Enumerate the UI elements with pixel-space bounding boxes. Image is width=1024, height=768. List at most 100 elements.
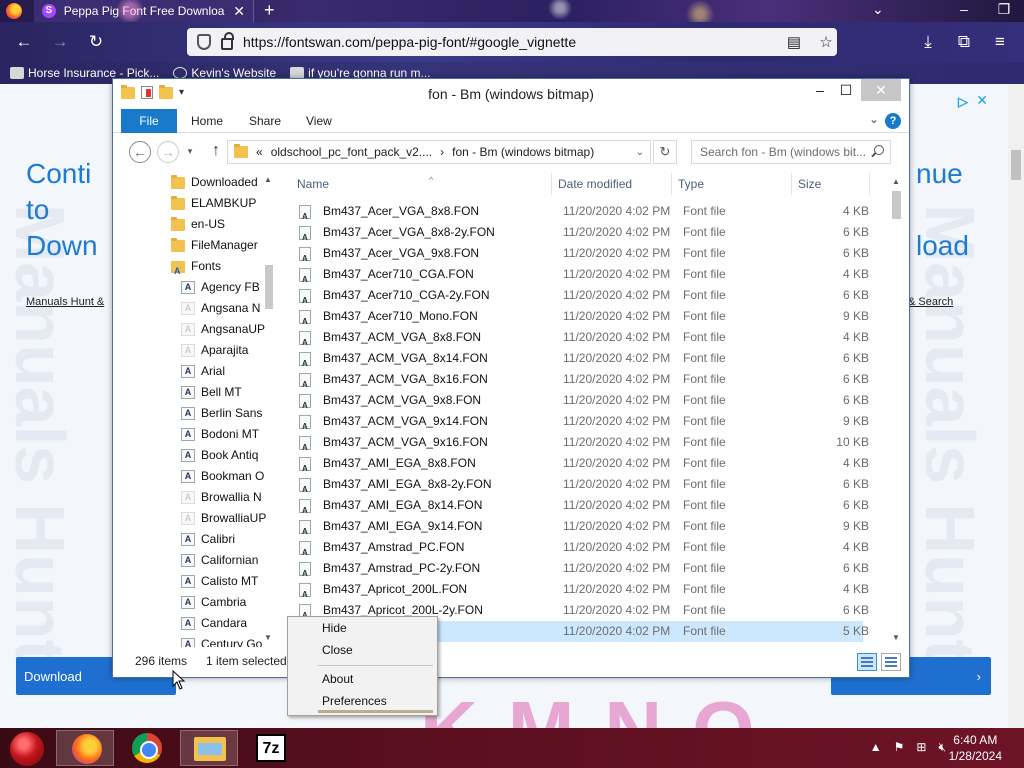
nav-item[interactable]: A Browallia N xyxy=(181,487,262,508)
nav-item[interactable]: ELAMBKUP xyxy=(171,193,256,214)
menu-item-close[interactable]: Close xyxy=(322,643,353,657)
up-arrow-icon[interactable]: ↑ xyxy=(205,141,227,163)
downloads-icon[interactable]: ⤓ xyxy=(916,30,940,54)
nav-item[interactable]: A Calisto MT xyxy=(181,571,258,592)
volume-muted-icon[interactable]: 🔇︎ xyxy=(938,740,946,755)
address-overflow-chevron[interactable]: « xyxy=(256,145,263,159)
ad-choices-icon[interactable]: ▷ xyxy=(958,94,968,110)
expand-ribbon-chevron-icon[interactable]: ⌄ xyxy=(869,112,879,126)
network-icon[interactable]: ⊞ xyxy=(916,740,926,755)
tab-view[interactable]: View xyxy=(306,109,332,133)
nav-item[interactable]: en-US xyxy=(171,214,225,235)
new-tab-icon[interactable]: + xyxy=(264,0,275,20)
column-divider[interactable] xyxy=(551,173,552,195)
column-header-date[interactable]: Date modified xyxy=(558,171,632,197)
nav-item[interactable]: A Agency FB xyxy=(181,277,260,298)
extensions-icon[interactable]: ⧉ xyxy=(952,30,976,54)
nav-item[interactable]: A Berlin Sans xyxy=(181,403,262,424)
nav-item[interactable]: FileManager xyxy=(171,235,258,256)
nav-item[interactable]: A Aparajita xyxy=(181,340,248,361)
nav-item[interactable]: A Bodoni MT xyxy=(181,424,259,445)
action-center-flag-icon[interactable]: ⚑ xyxy=(894,740,905,755)
file-row[interactable]: Bm437_ACM_VGA_8x14.FON 11/20/2020 4:02 PM… xyxy=(293,348,869,374)
page-scrollbar[interactable] xyxy=(1008,84,1024,728)
file-row[interactable]: Bm437_AMI_EGA_8x8-2y.FON 11/20/2020 4:02 … xyxy=(293,474,869,500)
lock-icon[interactable] xyxy=(221,32,234,50)
file-row[interactable]: Bm437_ACM_VGA_9x8.FON 11/20/2020 4:02 PM F… xyxy=(293,390,869,416)
nav-item[interactable]: A Book Antiq xyxy=(181,445,258,466)
file-row[interactable]: Bm437_ACM_VGA_8x8.FON 11/20/2020 4:02 PM F… xyxy=(293,327,869,353)
taskbar-7zip[interactable]: 7z xyxy=(242,730,300,766)
file-row[interactable]: Bm437_Acer710_Mono.FON 11/20/2020 4:02 PM… xyxy=(293,306,869,332)
file-row[interactable]: Bm437_Acer710_CGA-2y.FON 11/20/2020 4:02 … xyxy=(293,285,869,311)
explorer-title-bar[interactable]: ▾ fon - Bm (windows bitmap) – ☐ ✕ xyxy=(113,79,909,109)
nav-item[interactable]: A Calibri xyxy=(181,529,235,550)
back-arrow-icon[interactable]: ← xyxy=(12,30,36,54)
nav-item[interactable]: Downloaded xyxy=(171,172,258,193)
file-list-scrollbar[interactable]: ▲ ▼ xyxy=(888,171,905,647)
reader-view-icon[interactable]: ▤ xyxy=(783,33,805,51)
show-hidden-icons-icon[interactable]: ▲ xyxy=(870,740,882,755)
large-icons-view-button[interactable] xyxy=(881,653,901,671)
explorer-close-icon[interactable]: ✕ xyxy=(861,79,901,101)
clock[interactable]: 6:40 AM 1/28/2024 xyxy=(949,732,1002,764)
bookmark-star-icon[interactable]: ☆ xyxy=(815,33,837,51)
hamburger-menu-icon[interactable]: ≡ xyxy=(988,30,1012,54)
menu-item-preferences[interactable]: Preferences xyxy=(322,694,387,708)
file-row[interactable]: Bm437_AMI_EGA_8x8.FON 11/20/2020 4:02 PM F… xyxy=(293,453,869,479)
forward-arrow-icon[interactable]: → xyxy=(48,30,72,54)
recent-locations-chevron-icon[interactable]: ▾ xyxy=(183,141,197,163)
reload-icon[interactable]: ↻ xyxy=(84,30,108,54)
taskbar-firefox[interactable] xyxy=(56,730,114,766)
nav-item[interactable]: A Bell MT xyxy=(181,382,242,403)
file-row[interactable]: Bm437_Amstrad_PC.FON 11/20/2020 4:02 PM Fo… xyxy=(293,537,869,563)
nav-item[interactable]: A Angsana N xyxy=(181,298,260,319)
refresh-icon[interactable]: ↻ xyxy=(653,140,677,164)
manuals-hunt-link[interactable]: Manuals Hunt & xyxy=(26,296,104,308)
column-header-size[interactable]: Size xyxy=(798,171,821,197)
address-dropdown-chevron-icon[interactable]: ⌄ xyxy=(636,147,644,158)
menu-item-about[interactable]: About xyxy=(322,672,353,686)
scroll-down-arrow-icon[interactable]: ▼ xyxy=(892,633,900,642)
menu-item-hide[interactable]: Hide xyxy=(322,621,347,635)
column-header-name[interactable]: Name ^ xyxy=(297,171,433,197)
explorer-minimize-icon[interactable]: – xyxy=(809,79,831,101)
taskbar-chrome[interactable] xyxy=(118,730,176,766)
nav-pane-scrollbar[interactable]: ▲ ▼ xyxy=(261,171,277,647)
file-row[interactable]: Bm437_ACM_VGA_9x14.FON 11/20/2020 4:02 PM… xyxy=(293,411,869,437)
tab-home[interactable]: Home xyxy=(191,109,223,133)
nav-item[interactable]: A Century Go xyxy=(181,634,262,647)
column-header-type[interactable]: Type xyxy=(678,171,704,197)
file-row[interactable]: Bm437_ACM_VGA_8x16.FON 11/20/2020 4:02 PM… xyxy=(293,369,869,395)
file-row[interactable]: Bm437_Acer_VGA_8x8-2y.FON 11/20/2020 4:02… xyxy=(293,222,869,248)
nav-item[interactable]: A Cambria xyxy=(181,592,246,613)
firefox-menu-icon[interactable] xyxy=(6,3,22,19)
column-divider[interactable] xyxy=(671,173,672,195)
ad-close-icon[interactable]: ✕ xyxy=(976,92,988,109)
url-text[interactable]: https://fontswan.com/peppa-pig-font/#goo… xyxy=(243,34,773,50)
file-row[interactable]: Bm437_Amstrad_PC-2y.FON 11/20/2020 4:02 P… xyxy=(293,558,869,584)
url-bar[interactable]: https://fontswan.com/peppa-pig-font/#goo… xyxy=(187,28,837,56)
address-bar[interactable]: « oldschool_pc_font_pack_v2.... › fon - … xyxy=(227,140,651,164)
taskbar-file-explorer[interactable] xyxy=(180,730,238,766)
tab-close-icon[interactable]: ✕ xyxy=(233,3,245,20)
nav-item[interactable]: Fonts xyxy=(171,256,221,282)
restore-icon[interactable]: ❐ xyxy=(984,0,1024,22)
start-button[interactable] xyxy=(10,732,44,766)
tab-file[interactable]: File xyxy=(121,109,177,133)
file-row[interactable]: Bm437_Acer_VGA_8x8.FON 11/20/2020 4:02 PM… xyxy=(293,201,869,227)
nav-item[interactable]: A AngsanaUP xyxy=(181,319,265,340)
file-list-scroll-thumb[interactable] xyxy=(892,191,901,219)
search-icon[interactable] xyxy=(874,145,884,155)
file-row[interactable]: Bm437_ACM_VGA_9x16.FON 11/20/2020 4:02 PM… xyxy=(293,432,869,458)
breadcrumb-separator[interactable]: › xyxy=(440,145,444,159)
explorer-forward-icon[interactable]: → xyxy=(157,141,179,163)
scroll-up-arrow-icon[interactable]: ▲ xyxy=(264,175,272,184)
column-divider[interactable] xyxy=(791,173,792,195)
column-divider[interactable] xyxy=(869,173,870,195)
browser-tab[interactable]: S Peppa Pig Font Free Download ✕ xyxy=(34,0,254,22)
details-view-button[interactable] xyxy=(857,653,877,671)
explorer-back-icon[interactable]: ← xyxy=(129,141,151,163)
minimize-icon[interactable]: – xyxy=(944,0,984,22)
nav-item[interactable]: A Californian xyxy=(181,550,258,571)
